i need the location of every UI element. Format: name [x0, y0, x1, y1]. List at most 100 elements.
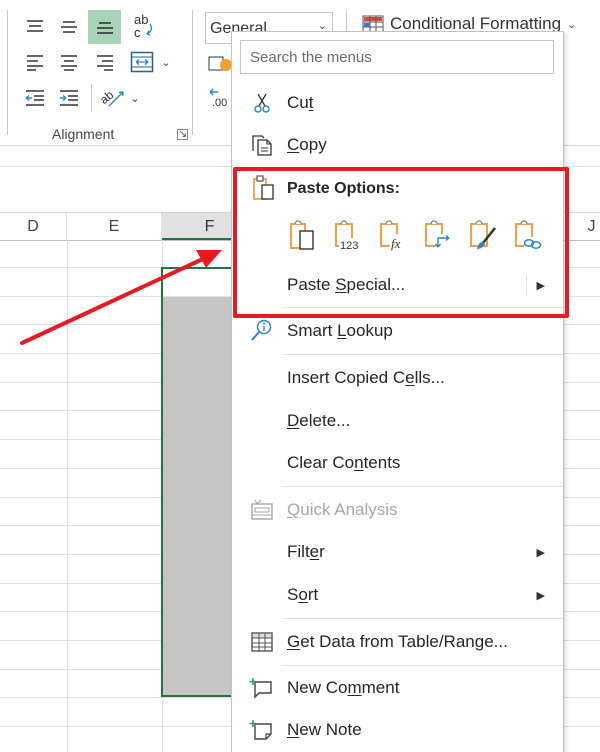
decrease-indent-button[interactable]	[20, 84, 50, 112]
decrease-indent-icon	[25, 90, 44, 106]
menu-item-get-data-from-table[interactable]: Get Data from Table/Range...	[232, 622, 563, 662]
column-header-e[interactable]: E	[67, 213, 162, 240]
menu-item-delete[interactable]: Delete...	[232, 401, 563, 441]
align-top-button[interactable]	[20, 12, 50, 42]
paste-transpose-icon	[424, 220, 451, 250]
paste-button[interactable]	[288, 218, 317, 252]
scissors-icon	[249, 90, 275, 116]
currency-icon	[208, 56, 232, 71]
context-menu: Cut Copy Paste Options: 123 fx	[231, 31, 564, 752]
decrease-decimal-button[interactable]: .00	[208, 84, 232, 110]
wrap-text-button[interactable]: ab c	[128, 10, 158, 42]
table-icon	[249, 629, 275, 655]
chevron-down-icon: ⌄	[161, 56, 171, 69]
submenu-arrow-icon: ▶	[536, 546, 545, 559]
paste-transpose-button[interactable]	[423, 218, 452, 252]
menu-item-label: New Comment	[287, 678, 400, 697]
menu-item-label: Get Data from Table/Range...	[287, 632, 508, 651]
menu-item-label: Copy	[287, 135, 327, 154]
align-middle-button[interactable]	[54, 12, 84, 42]
svg-text:c: c	[134, 25, 141, 40]
chevron-down-icon: ⌄	[567, 18, 577, 31]
paste-link-button[interactable]	[513, 218, 542, 252]
menu-item-copy[interactable]: Copy	[232, 125, 563, 165]
paste-formatting-icon	[469, 220, 496, 249]
paste-link-icon	[514, 220, 542, 249]
menu-item-new-note[interactable]: New Note	[232, 710, 563, 750]
column-gridline	[67, 240, 68, 752]
increase-indent-icon	[60, 90, 78, 106]
chevron-down-icon: ⌄	[130, 92, 140, 105]
menu-item-cut[interactable]: Cut	[232, 83, 563, 123]
align-bottom-button[interactable]	[88, 10, 121, 44]
menu-item-sort[interactable]: Sort ▶	[232, 575, 563, 615]
paste-values-icon: 123	[334, 220, 362, 251]
svg-text:123: 123	[340, 240, 358, 251]
menu-item-label: New Note	[287, 720, 362, 739]
svg-text:ab: ab	[99, 87, 117, 107]
menu-separator	[282, 665, 563, 666]
merge-center-button[interactable]	[128, 48, 156, 76]
menu-item-filter[interactable]: Filter ▶	[232, 532, 563, 572]
increase-indent-button[interactable]	[54, 84, 84, 112]
orientation-button[interactable]: ab	[98, 82, 128, 112]
new-note-icon	[249, 717, 275, 743]
align-right-icon	[97, 55, 113, 71]
orientation-icon: ab	[99, 87, 124, 107]
submenu-arrow-icon[interactable]: ▶	[537, 279, 545, 292]
align-top-icon	[27, 20, 43, 32]
column-header-d[interactable]: D	[0, 213, 67, 240]
align-left-button[interactable]	[20, 48, 50, 76]
menu-item-clear-contents[interactable]: Clear Contents	[232, 443, 563, 483]
divider	[91, 84, 92, 112]
selected-range[interactable]	[161, 267, 236, 697]
merge-center-icon	[130, 51, 154, 73]
menu-item-label: Sort	[287, 585, 319, 604]
copy-icon	[249, 132, 275, 158]
menu-item-label: Cut	[287, 93, 314, 112]
merge-dropdown-button[interactable]: ⌄	[158, 52, 174, 72]
new-comment-icon	[249, 675, 275, 701]
paste-options-heading: Paste Options:	[287, 180, 400, 197]
orientation-dropdown-button[interactable]: ⌄	[128, 88, 142, 108]
paste-formatting-button[interactable]	[468, 218, 497, 252]
align-middle-icon	[61, 21, 77, 33]
alignment-group-label: Alignment	[52, 126, 115, 142]
group-divider	[7, 10, 8, 135]
menu-item-label: Insert Copied Cells...	[287, 368, 445, 387]
dialog-launcher-icon[interactable]: ↘	[177, 129, 188, 140]
submenu-divider	[526, 275, 527, 295]
decrease-decimal-icon: .00	[209, 88, 227, 109]
menu-separator	[282, 354, 563, 355]
paste-formulas-button[interactable]: fx	[378, 218, 407, 252]
menu-item-label: Filter	[287, 542, 325, 561]
paste-icon	[289, 220, 314, 250]
align-left-icon	[27, 55, 43, 71]
menu-item-quick-analysis: Quick Analysis	[232, 490, 563, 530]
submenu-arrow-icon: ▶	[536, 589, 545, 602]
wrap-text-icon: abc	[134, 12, 153, 40]
svg-text:.00: .00	[212, 97, 227, 109]
paste-formulas-icon: fx	[379, 220, 406, 251]
align-center-button[interactable]	[54, 48, 84, 76]
column-header-j[interactable]: J	[564, 213, 600, 240]
align-right-button[interactable]	[90, 48, 120, 76]
smart-lookup-icon	[249, 318, 275, 344]
paste-values-button[interactable]: 123	[333, 218, 362, 252]
accounting-format-button[interactable]	[208, 54, 232, 74]
menu-item-paste-special[interactable]: Paste Special... ▶	[232, 265, 563, 305]
menu-item-new-comment[interactable]: New Comment	[232, 668, 563, 708]
menu-item-label: Quick Analysis	[287, 500, 398, 519]
menu-separator	[282, 486, 563, 487]
menu-item-label: Clear Contents	[287, 453, 401, 472]
group-divider	[192, 10, 193, 135]
svg-text:fx: fx	[391, 236, 401, 251]
menu-separator	[282, 618, 563, 619]
menu-item-smart-lookup[interactable]: Smart Lookup	[232, 311, 563, 351]
align-center-icon	[61, 55, 77, 71]
menu-item-insert-copied-cells[interactable]: Insert Copied Cells...	[232, 358, 563, 398]
paste-options-row: 123 fx	[288, 218, 542, 252]
menu-item-label: Smart Lookup	[287, 321, 393, 340]
search-menus-input[interactable]	[240, 40, 554, 74]
paste-options-icon	[252, 174, 276, 207]
